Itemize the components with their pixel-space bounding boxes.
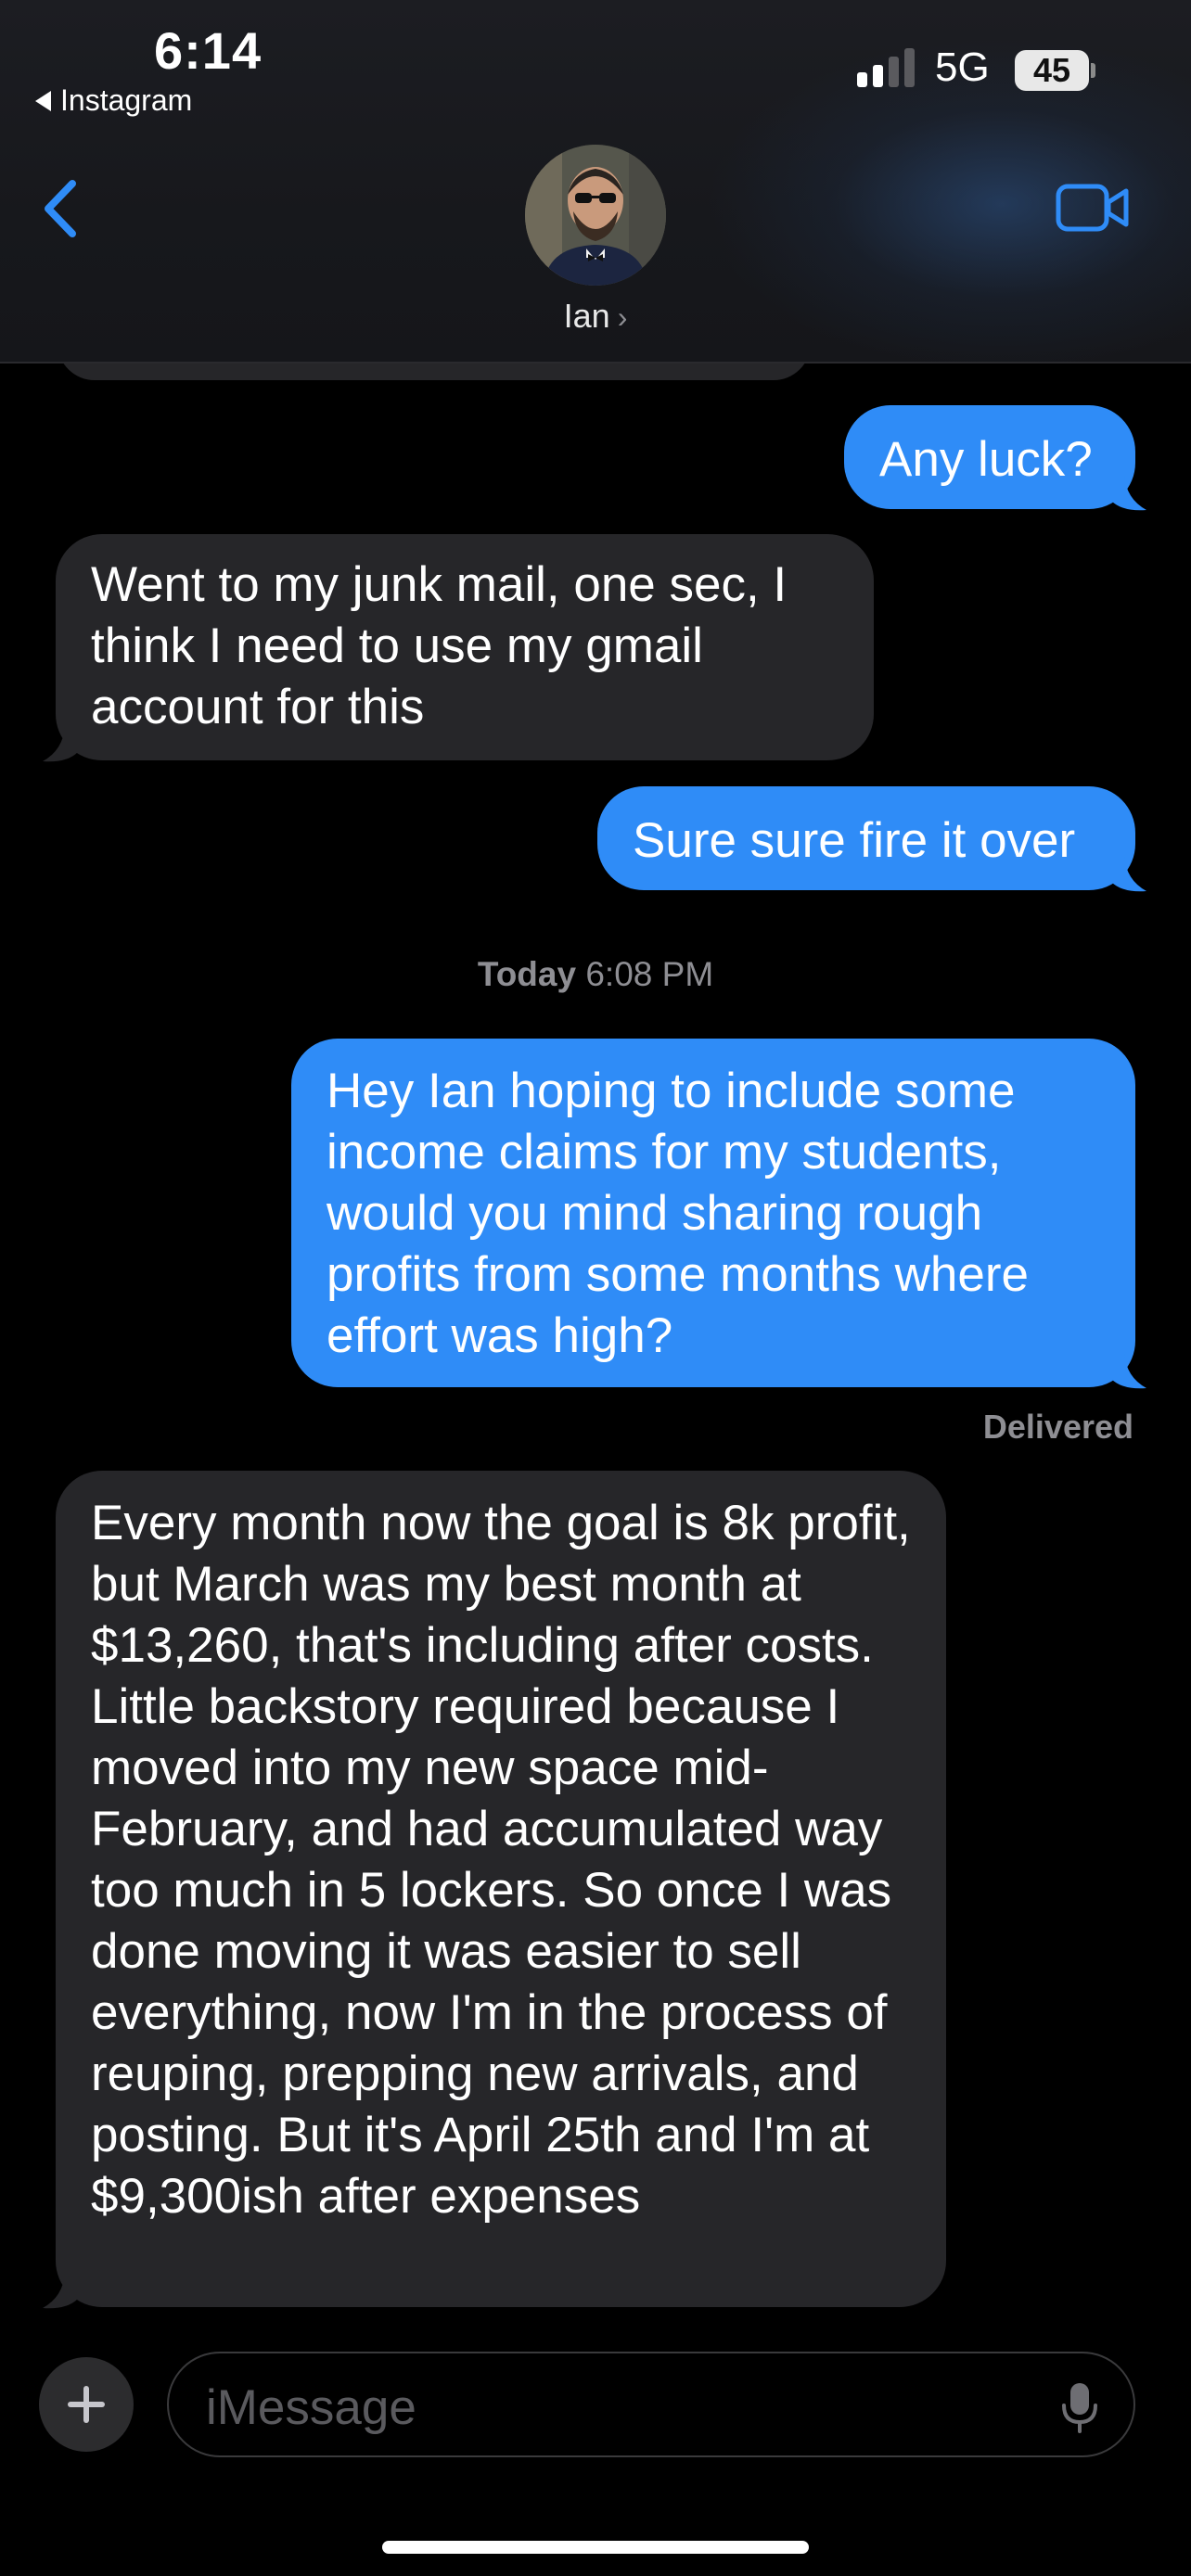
timestamp-time: 6:08 PM [585, 955, 714, 993]
outgoing-message[interactable]: Hey Ian hoping to include some income cl… [291, 1039, 1135, 1387]
message-input-field[interactable] [167, 2352, 1135, 2457]
delivered-status: Delivered [982, 1408, 1133, 1446]
outgoing-message[interactable]: Any luck? [844, 405, 1135, 509]
chevron-right-icon: › [617, 300, 628, 334]
status-time: 6:14 [154, 21, 263, 80]
battery-level: 45 [1015, 50, 1089, 91]
incoming-message[interactable]: Every month now the goal is 8k profit, b… [56, 1471, 946, 2307]
contact-name-button[interactable]: Ian › [0, 297, 1191, 336]
conversation-header: 6:14 Instagram 5G 45 Ian › [0, 0, 1191, 363]
network-type: 5G [935, 45, 990, 90]
bubble-tail [1111, 475, 1146, 511]
message-text: Went to my junk mail, one sec, I think I… [91, 557, 788, 734]
message-text: Any luck? [879, 432, 1093, 487]
plus-icon[interactable] [39, 2357, 134, 2452]
home-indicator[interactable] [382, 2541, 809, 2554]
bubble-tail [1111, 1353, 1146, 1389]
avatar[interactable] [525, 145, 666, 286]
message-text: Every month now the goal is 8k profit, b… [91, 1496, 911, 2224]
chevron-left-icon[interactable] [37, 176, 83, 241]
bubble-tail [1111, 856, 1146, 892]
back-app-label: Instagram [60, 83, 193, 117]
video-camera-icon[interactable] [1056, 182, 1130, 234]
back-triangle-icon [35, 90, 51, 111]
header-divider [0, 362, 1191, 363]
microphone-icon[interactable] [1059, 2379, 1100, 2435]
contact-name: Ian [563, 297, 610, 335]
bubble-tail [43, 2273, 78, 2309]
outgoing-message[interactable]: Sure sure fire it over [597, 786, 1135, 890]
back-to-app-link[interactable]: Instagram [35, 83, 192, 118]
timestamp-day: Today [477, 955, 577, 993]
message-text: Sure sure fire it over [633, 813, 1076, 868]
bubble-tail [43, 726, 78, 762]
conversation-timestamp: Today 6:08 PM [0, 955, 1191, 994]
incoming-message[interactable]: Went to my junk mail, one sec, I think I… [56, 534, 874, 760]
message-text: Hey Ian hoping to include some income cl… [327, 1064, 1029, 1363]
battery-icon: 45 [1015, 50, 1095, 91]
contact-photo [525, 145, 666, 286]
cellular-signal-icon [857, 46, 916, 87]
message-input[interactable] [204, 2374, 1024, 2441]
